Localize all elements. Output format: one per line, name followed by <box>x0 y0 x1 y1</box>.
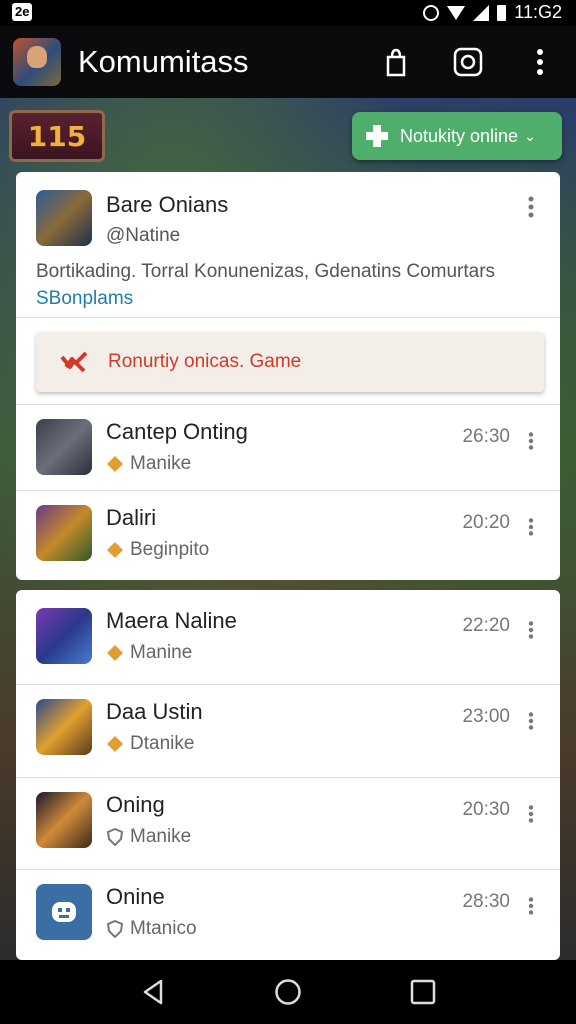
featured-post[interactable]: Bare Onians @Natine Bortikading. Torral … <box>16 172 560 318</box>
list-item[interactable]: Cantep Onting Manike 26:30 <box>16 404 560 494</box>
player-name: Oning <box>106 792 165 817</box>
online-status-button[interactable]: Notukity online ⌄ <box>352 112 562 160</box>
list-item[interactable]: Oning Manike 20:30 <box>16 777 560 867</box>
activity-card-primary: Bare Onians @Natine Bortikading. Torral … <box>16 172 560 580</box>
activity-card-secondary: Maera Naline Manine 22:20 Daa Ustin Dtan… <box>16 590 560 960</box>
player-sub-text: Beginpito <box>130 539 210 560</box>
chevron-down-icon: ⌄ <box>524 127 536 144</box>
camera-button[interactable] <box>448 42 488 82</box>
more-vert-icon[interactable] <box>528 897 534 915</box>
player-sub: Manike <box>106 826 191 848</box>
recents-square-icon <box>410 979 436 1005</box>
home-circle-icon <box>275 979 301 1005</box>
overflow-menu-button[interactable] <box>520 42 560 82</box>
divider <box>16 869 560 870</box>
featured-avatar <box>36 190 92 246</box>
list-item[interactable]: Maera Naline Manine 22:20 <box>16 593 560 683</box>
level-value: 115 <box>27 119 87 153</box>
player-sub-text: Manine <box>130 642 193 663</box>
online-status-label: Notukity online <box>400 125 519 146</box>
divider <box>16 777 560 778</box>
player-name: Onine <box>106 884 165 909</box>
status-bar: 2e 11:G2 <box>0 0 576 26</box>
more-vert-icon[interactable] <box>528 621 534 639</box>
more-vert-icon[interactable] <box>528 805 534 823</box>
player-sub: Manine <box>106 642 192 664</box>
divider <box>16 684 560 685</box>
player-name: Maera Naline <box>106 608 237 633</box>
list-item[interactable]: Onine Mtanico 28:30 <box>16 869 560 959</box>
community-avatar[interactable] <box>13 38 61 86</box>
puzzle-icon <box>366 125 388 147</box>
alarm-icon <box>423 4 440 21</box>
clock: 11:G2 <box>514 2 562 22</box>
level-badge: 115 <box>9 110 105 162</box>
signal-icon <box>473 4 490 21</box>
player-time: 20:20 <box>462 512 510 533</box>
featured-desc-text: Bortikading. Torral Konunenizas, Gdenati… <box>36 261 496 282</box>
game-alert-banner[interactable]: Ronurtiy onicas. Game <box>36 332 544 392</box>
badge-icon <box>107 456 123 472</box>
featured-handle: @Natine <box>106 225 181 246</box>
player-sub-text: Dtanike <box>130 733 195 754</box>
player-sub: Mtanico <box>106 918 197 940</box>
player-avatar <box>36 699 92 755</box>
badge-icon <box>107 542 123 558</box>
more-vert-icon[interactable] <box>528 196 534 218</box>
player-time: 28:30 <box>462 891 510 912</box>
player-time: 26:30 <box>462 426 510 447</box>
shield-icon <box>106 828 124 846</box>
bag-icon <box>386 48 406 77</box>
player-avatar <box>36 608 92 664</box>
player-name: Cantep Onting <box>106 419 248 444</box>
home-button[interactable] <box>268 972 308 1012</box>
player-name: Daa Ustin <box>106 699 203 724</box>
robot-icon <box>52 902 76 922</box>
battery-icon <box>497 4 507 21</box>
back-button[interactable] <box>133 972 173 1012</box>
featured-description: Bortikading. Torral Konunenizas, Gdenati… <box>36 258 536 312</box>
list-item[interactable]: Daa Ustin Dtanike 23:00 <box>16 684 560 774</box>
recents-button[interactable] <box>403 972 443 1012</box>
app-bar: Komumitass <box>0 26 576 98</box>
player-sub: Beginpito <box>106 539 209 561</box>
featured-name: Bare Onians <box>106 192 229 217</box>
trend-down-icon <box>60 351 88 373</box>
player-avatar <box>36 419 92 475</box>
more-vert-icon[interactable] <box>528 432 534 450</box>
camera-icon <box>453 47 483 77</box>
player-avatar <box>36 884 92 940</box>
shield-icon <box>106 920 124 938</box>
player-sub: Manike <box>106 453 191 475</box>
bag-button[interactable] <box>376 42 416 82</box>
wifi-icon <box>447 5 466 20</box>
player-name: Daliri <box>106 505 157 530</box>
list-item[interactable]: Daliri Beginpito 20:20 <box>16 490 560 580</box>
player-sub: Dtanike <box>106 733 194 755</box>
alert-text: Ronurtiy onicas. Game <box>108 351 302 372</box>
player-time: 23:00 <box>462 706 510 727</box>
player-avatar <box>36 792 92 848</box>
player-time: 20:30 <box>462 799 510 820</box>
player-sub-text: Manike <box>130 453 192 474</box>
featured-desc-link[interactable]: SBonplams <box>36 288 133 309</box>
divider <box>16 404 560 405</box>
more-vert-icon <box>537 49 543 75</box>
player-avatar <box>36 505 92 561</box>
more-vert-icon[interactable] <box>528 712 534 730</box>
more-vert-icon[interactable] <box>528 518 534 536</box>
notification-badge: 2e <box>12 3 33 21</box>
player-time: 22:20 <box>462 615 510 636</box>
player-sub-text: Manike <box>130 826 192 847</box>
divider <box>16 490 560 491</box>
badge-icon <box>107 736 123 752</box>
system-nav-bar <box>0 960 576 1024</box>
page-title: Komumitass <box>78 44 249 79</box>
player-sub-text: Mtanico <box>130 918 197 939</box>
back-triangle-icon <box>143 979 163 1005</box>
badge-icon <box>107 645 123 661</box>
